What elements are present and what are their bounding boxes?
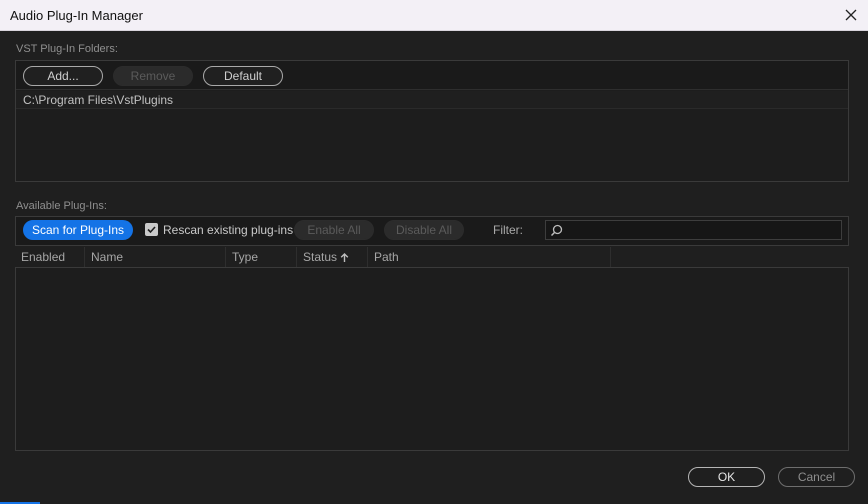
vst-folders-label: VST Plug-In Folders: [16, 43, 118, 55]
filter-input[interactable] [545, 220, 842, 240]
enable-all-button[interactable]: Enable All [294, 220, 374, 240]
column-header-enabled[interactable]: Enabled [15, 247, 85, 267]
column-header-path[interactable]: Path [368, 247, 611, 267]
available-plugins-label: Available Plug-Ins: [16, 200, 107, 212]
available-plugins-toolbar: Scan for Plug-Ins Rescan existing plug-i… [15, 216, 849, 246]
filter-label: Filter: [493, 223, 523, 237]
cancel-button[interactable]: Cancel [778, 467, 855, 487]
rescan-label: Rescan existing plug-ins [163, 223, 294, 237]
checkmark-icon [147, 226, 156, 234]
remove-folder-button[interactable]: Remove [113, 66, 193, 86]
title-bar: Audio Plug-In Manager [0, 0, 868, 31]
search-icon [550, 224, 563, 237]
window-title: Audio Plug-In Manager [10, 8, 143, 23]
sort-ascending-icon [340, 252, 349, 262]
disable-all-button[interactable]: Disable All [384, 220, 464, 240]
column-header-name[interactable]: Name [85, 247, 226, 267]
folder-path: C:\Program Files\VstPlugins [23, 93, 174, 107]
plugins-table-header: Enabled Name Type Status Path [15, 247, 849, 267]
column-header-status-label: Status [303, 250, 338, 264]
column-header-status[interactable]: Status [297, 247, 368, 267]
plugins-list[interactable] [15, 267, 849, 451]
close-icon[interactable] [842, 6, 860, 24]
default-folders-button[interactable]: Default [203, 66, 283, 86]
scan-plugins-button[interactable]: Scan for Plug-Ins [23, 220, 133, 240]
column-header-type[interactable]: Type [226, 247, 297, 267]
add-folder-button[interactable]: Add... [23, 66, 103, 86]
vst-folders-panel: Add... Remove Default C:\Program Files\V… [15, 60, 849, 182]
vst-folders-toolbar: Add... Remove Default [16, 61, 848, 90]
rescan-checkbox[interactable] [145, 223, 158, 236]
ok-button[interactable]: OK [688, 467, 765, 487]
folder-list-item[interactable]: C:\Program Files\VstPlugins [16, 91, 848, 109]
